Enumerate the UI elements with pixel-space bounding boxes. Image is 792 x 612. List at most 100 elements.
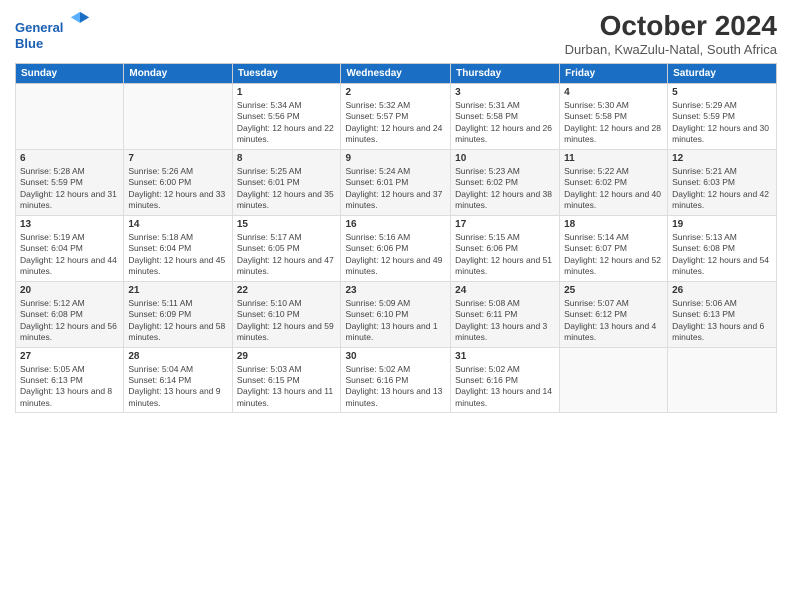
day-number: 21: [128, 285, 227, 296]
calendar-cell: 29 Sunrise: 5:03 AM Sunset: 6:15 PM Dayli…: [232, 347, 341, 413]
logo: General Blue: [15, 10, 91, 51]
calendar-cell: 31Sunrise: 5:02 AM Sunset: 6:16 PM Dayli…: [451, 347, 560, 413]
day-number: 24: [455, 285, 555, 296]
day-number: 11: [564, 153, 663, 164]
calendar-cell: [668, 347, 777, 413]
location-subtitle: Durban, KwaZulu-Natal, South Africa: [565, 42, 777, 57]
calendar-week-row: 27Sunrise: 5:05 AM Sunset: 6:13 PM Dayli…: [16, 347, 777, 413]
day-info: Sunrise: 5:29 AM Sunset: 5:59 PM Dayligh…: [672, 100, 772, 146]
day-number: 22: [237, 285, 337, 296]
day-number: 16: [345, 219, 446, 230]
calendar-cell: 9Sunrise: 5:24 AM Sunset: 6:01 PM Daylig…: [341, 149, 451, 215]
calendar-cell: 11 Sunrise: 5:22 AM Sunset: 6:02 PM Dayli…: [560, 149, 668, 215]
calendar-cell: 19Sunrise: 5:13 AM Sunset: 6:08 PM Dayli…: [668, 215, 777, 281]
day-info: Sunrise: 5:04 AM Sunset: 6:14 PM Dayligh…: [128, 364, 227, 410]
day-info: Sunrise: 5:15 AM Sunset: 6:06 PM Dayligh…: [455, 232, 555, 278]
calendar-cell: 26 Sunrise: 5:06 AM Sunset: 6:13 PM Dayli…: [668, 281, 777, 347]
day-info: Sunrise: 5:30 AM Sunset: 5:58 PM Dayligh…: [564, 100, 663, 146]
logo-line1: General: [15, 20, 63, 35]
day-number: 19: [672, 219, 772, 230]
day-number: 5: [672, 87, 772, 98]
day-info: Sunrise: 5:05 AM Sunset: 6:13 PM Dayligh…: [20, 364, 119, 410]
day-number: 20: [20, 285, 119, 296]
day-number: 9: [345, 153, 446, 164]
col-monday: Monday: [124, 64, 232, 84]
calendar-cell: 27Sunrise: 5:05 AM Sunset: 6:13 PM Dayli…: [16, 347, 124, 413]
day-info: Sunrise: 5:34 AM Sunset: 5:56 PM Dayligh…: [237, 100, 337, 146]
day-info: Sunrise: 5:28 AM Sunset: 5:59 PM Dayligh…: [20, 166, 119, 212]
calendar-table: Sunday Monday Tuesday Wednesday Thursday…: [15, 63, 777, 413]
title-block: October 2024 Durban, KwaZulu-Natal, Sout…: [565, 10, 777, 57]
calendar-cell: 22 Sunrise: 5:10 AM Sunset: 6:10 PM Dayli…: [232, 281, 341, 347]
logo-line2: Blue: [15, 36, 91, 52]
col-thursday: Thursday: [451, 64, 560, 84]
col-tuesday: Tuesday: [232, 64, 341, 84]
day-info: Sunrise: 5:16 AM Sunset: 6:06 PM Dayligh…: [345, 232, 446, 278]
day-info: Sunrise: 5:06 AM Sunset: 6:13 PM Dayligh…: [672, 298, 772, 344]
day-number: 17: [455, 219, 555, 230]
day-number: 3: [455, 87, 555, 98]
calendar-body: 1 Sunrise: 5:34 AM Sunset: 5:56 PM Daylig…: [16, 84, 777, 413]
calendar-cell: 1 Sunrise: 5:34 AM Sunset: 5:56 PM Daylig…: [232, 84, 341, 150]
day-number: 23: [345, 285, 446, 296]
col-saturday: Saturday: [668, 64, 777, 84]
page: General Blue October 2024 Durban, KwaZul…: [0, 0, 792, 612]
calendar-cell: 12Sunrise: 5:21 AM Sunset: 6:03 PM Dayli…: [668, 149, 777, 215]
day-number: 2: [345, 87, 446, 98]
day-number: 28: [128, 351, 227, 362]
calendar-cell: 28 Sunrise: 5:04 AM Sunset: 6:14 PM Dayli…: [124, 347, 232, 413]
header: General Blue October 2024 Durban, KwaZul…: [15, 10, 777, 57]
calendar-cell: 7Sunrise: 5:26 AM Sunset: 6:00 PM Daylig…: [124, 149, 232, 215]
day-number: 29: [237, 351, 337, 362]
day-info: Sunrise: 5:11 AM Sunset: 6:09 PM Dayligh…: [128, 298, 227, 344]
calendar-cell: 20 Sunrise: 5:12 AM Sunset: 6:08 PM Dayli…: [16, 281, 124, 347]
calendar-cell: [16, 84, 124, 150]
calendar-cell: 4 Sunrise: 5:30 AM Sunset: 5:58 PM Daylig…: [560, 84, 668, 150]
calendar-week-row: 6Sunrise: 5:28 AM Sunset: 5:59 PM Daylig…: [16, 149, 777, 215]
day-info: Sunrise: 5:25 AM Sunset: 6:01 PM Dayligh…: [237, 166, 337, 212]
day-info: Sunrise: 5:17 AM Sunset: 6:05 PM Dayligh…: [237, 232, 337, 278]
day-number: 14: [128, 219, 227, 230]
calendar-cell: 2 Sunrise: 5:32 AM Sunset: 5:57 PM Daylig…: [341, 84, 451, 150]
day-number: 8: [237, 153, 337, 164]
day-info: Sunrise: 5:14 AM Sunset: 6:07 PM Dayligh…: [564, 232, 663, 278]
day-info: Sunrise: 5:18 AM Sunset: 6:04 PM Dayligh…: [128, 232, 227, 278]
logo-flag-icon: [69, 10, 91, 32]
calendar-week-row: 20 Sunrise: 5:12 AM Sunset: 6:08 PM Dayli…: [16, 281, 777, 347]
day-info: Sunrise: 5:07 AM Sunset: 6:12 PM Dayligh…: [564, 298, 663, 344]
day-info: Sunrise: 5:09 AM Sunset: 6:10 PM Dayligh…: [345, 298, 446, 344]
calendar-cell: 24Sunrise: 5:08 AM Sunset: 6:11 PM Dayli…: [451, 281, 560, 347]
calendar-cell: 8 Sunrise: 5:25 AM Sunset: 6:01 PM Daylig…: [232, 149, 341, 215]
day-number: 1: [237, 87, 337, 98]
day-number: 26: [672, 285, 772, 296]
day-info: Sunrise: 5:23 AM Sunset: 6:02 PM Dayligh…: [455, 166, 555, 212]
calendar-cell: 14 Sunrise: 5:18 AM Sunset: 6:04 PM Dayli…: [124, 215, 232, 281]
day-number: 18: [564, 219, 663, 230]
day-info: Sunrise: 5:03 AM Sunset: 6:15 PM Dayligh…: [237, 364, 337, 410]
calendar-cell: 21 Sunrise: 5:11 AM Sunset: 6:09 PM Dayli…: [124, 281, 232, 347]
calendar-cell: 6Sunrise: 5:28 AM Sunset: 5:59 PM Daylig…: [16, 149, 124, 215]
calendar-cell: 13Sunrise: 5:19 AM Sunset: 6:04 PM Dayli…: [16, 215, 124, 281]
day-info: Sunrise: 5:10 AM Sunset: 6:10 PM Dayligh…: [237, 298, 337, 344]
day-info: Sunrise: 5:32 AM Sunset: 5:57 PM Dayligh…: [345, 100, 446, 146]
day-info: Sunrise: 5:22 AM Sunset: 6:02 PM Dayligh…: [564, 166, 663, 212]
col-friday: Friday: [560, 64, 668, 84]
calendar-cell: 5 Sunrise: 5:29 AM Sunset: 5:59 PM Daylig…: [668, 84, 777, 150]
calendar-cell: 3Sunrise: 5:31 AM Sunset: 5:58 PM Daylig…: [451, 84, 560, 150]
calendar-week-row: 1 Sunrise: 5:34 AM Sunset: 5:56 PM Daylig…: [16, 84, 777, 150]
calendar-cell: 17 Sunrise: 5:15 AM Sunset: 6:06 PM Dayli…: [451, 215, 560, 281]
col-wednesday: Wednesday: [341, 64, 451, 84]
day-number: 25: [564, 285, 663, 296]
day-info: Sunrise: 5:26 AM Sunset: 6:00 PM Dayligh…: [128, 166, 227, 212]
day-number: 4: [564, 87, 663, 98]
day-number: 13: [20, 219, 119, 230]
day-info: Sunrise: 5:12 AM Sunset: 6:08 PM Dayligh…: [20, 298, 119, 344]
logo-text: General: [15, 10, 91, 36]
calendar-cell: 15Sunrise: 5:17 AM Sunset: 6:05 PM Dayli…: [232, 215, 341, 281]
day-info: Sunrise: 5:02 AM Sunset: 6:16 PM Dayligh…: [345, 364, 446, 410]
calendar-cell: 16 Sunrise: 5:16 AM Sunset: 6:06 PM Dayli…: [341, 215, 451, 281]
calendar-cell: 23 Sunrise: 5:09 AM Sunset: 6:10 PM Dayli…: [341, 281, 451, 347]
calendar-cell: 10Sunrise: 5:23 AM Sunset: 6:02 PM Dayli…: [451, 149, 560, 215]
calendar-cell: [560, 347, 668, 413]
day-info: Sunrise: 5:02 AM Sunset: 6:16 PM Dayligh…: [455, 364, 555, 410]
